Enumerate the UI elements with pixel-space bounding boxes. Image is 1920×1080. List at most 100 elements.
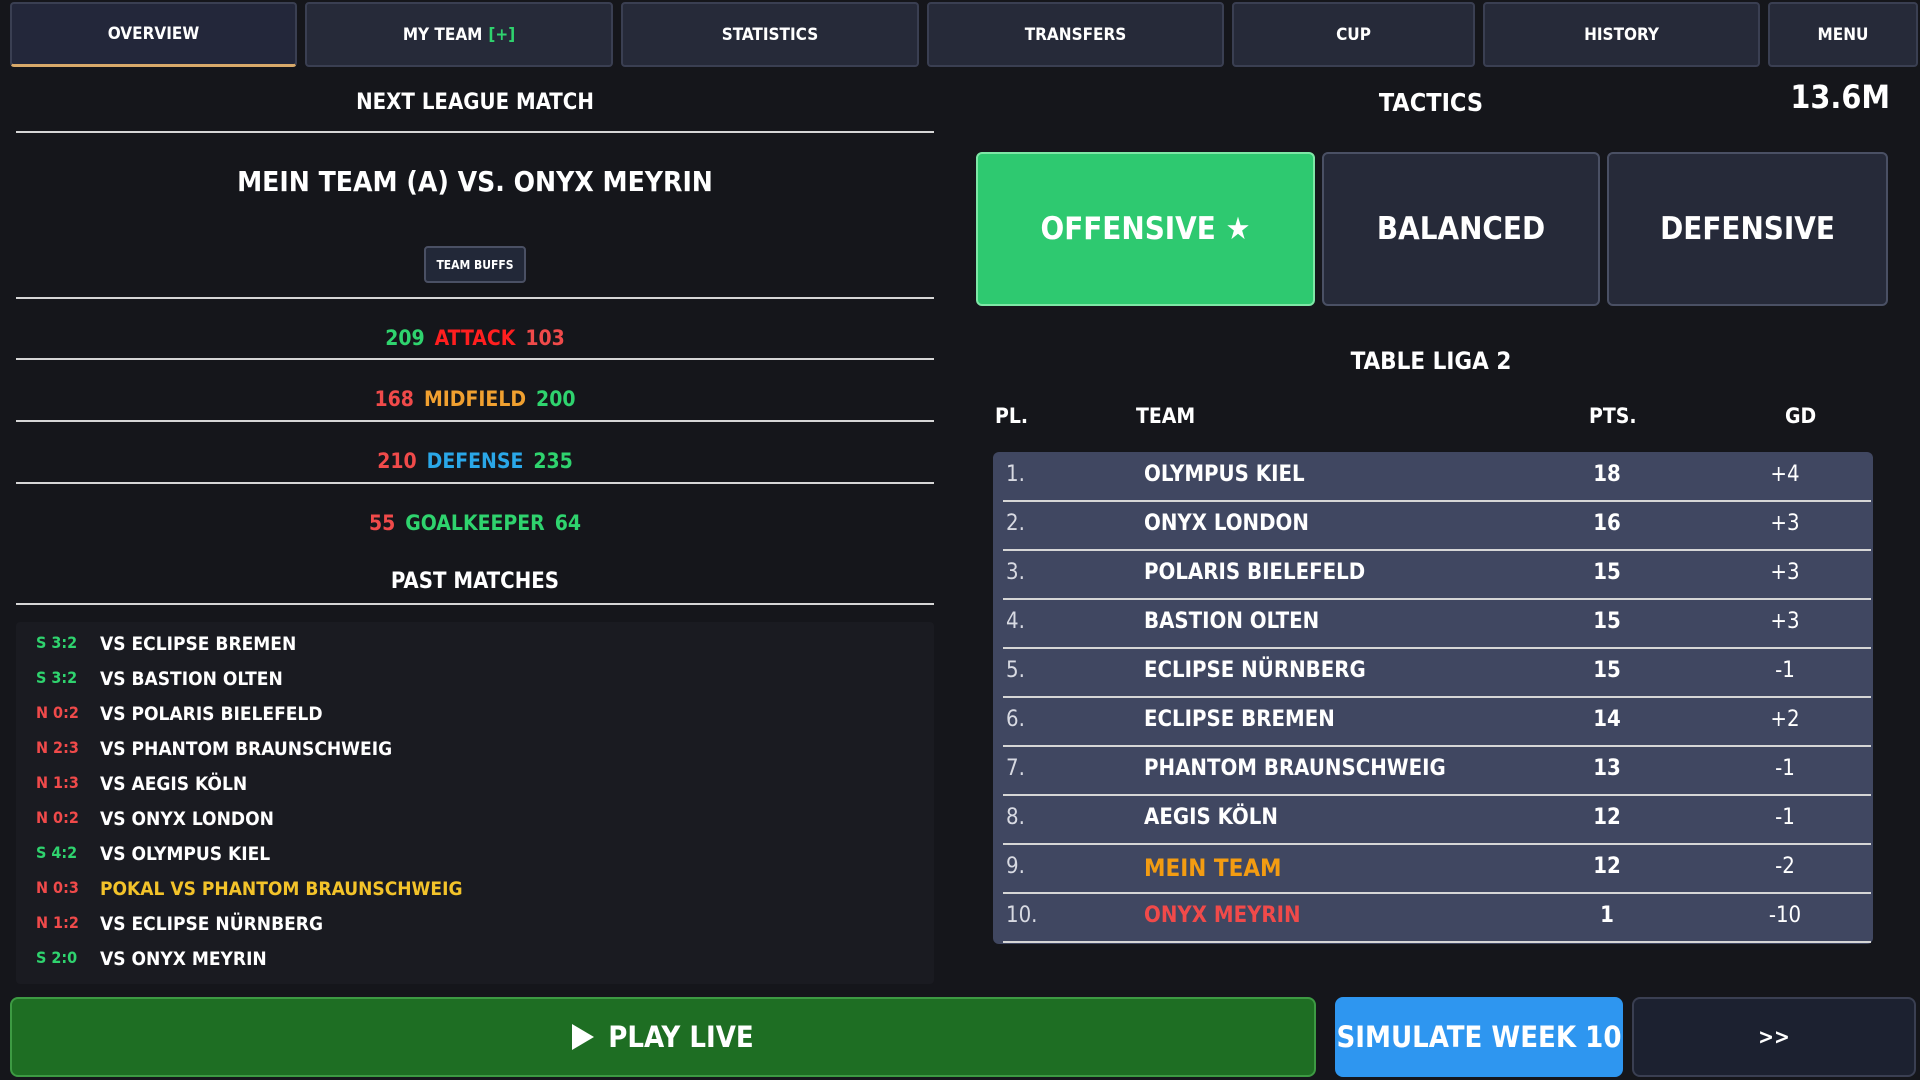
divider <box>16 482 934 484</box>
row-team: ONYX MEYRIN <box>1144 903 1301 928</box>
row-goal-diff: +2 <box>1770 707 1800 732</box>
tab-transfers[interactable]: TRANSFERS <box>927 2 1224 67</box>
goalkeeper-own-value: 55 <box>368 511 396 535</box>
midfield-comparison: 168 MIDFIELD 200 <box>16 387 934 411</box>
goalkeeper-opponent-value: 64 <box>554 511 582 535</box>
table-row[interactable]: 7. PHANTOM BRAUNSCHWEIG 13 -1 <box>1003 746 1871 796</box>
tab-cup[interactable]: CUP <box>1232 2 1475 67</box>
tab-statistics[interactable]: STATISTICS <box>621 2 919 67</box>
tab-overview-label: OVERVIEW <box>107 24 200 44</box>
row-team: PHANTOM BRAUNSCHWEIG <box>1144 756 1446 781</box>
row-points: 12 <box>1593 854 1621 879</box>
row-place: 9. <box>1006 854 1025 879</box>
past-match-item-cup[interactable]: N 0:3 POKAL VS PHANTOM BRAUNSCHWEIG <box>36 878 462 900</box>
match-result: N 1:3 <box>36 773 79 792</box>
match-opponent: VS ECLIPSE NÜRNBERG <box>100 913 323 935</box>
table-row[interactable]: 1. OLYMPUS KIEL 18 +4 <box>1003 452 1871 502</box>
tactics-heading: TACTICS <box>1378 88 1484 117</box>
row-team: ECLIPSE BREMEN <box>1144 707 1335 732</box>
match-result: N 0:2 <box>36 703 79 722</box>
table-row[interactable]: 3. POLARIS BIELEFELD 15 +3 <box>1003 550 1871 600</box>
table-row[interactable]: 5. ECLIPSE NÜRNBERG 15 -1 <box>1003 648 1871 698</box>
row-team: MEIN TEAM <box>1144 854 1282 882</box>
past-matches-heading: PAST MATCHES <box>390 569 560 594</box>
midfield-label: MIDFIELD <box>423 387 527 411</box>
past-match-item[interactable]: S 2:0 VS ONYX MEYRIN <box>36 948 267 970</box>
row-points: 15 <box>1593 609 1621 634</box>
match-result: N 0:2 <box>36 808 79 827</box>
row-team: BASTION OLTEN <box>1144 609 1320 634</box>
simulate-week-button[interactable]: SIMULATE WEEK 10 <box>1335 997 1623 1077</box>
row-goal-diff: -1 <box>1775 756 1795 781</box>
tab-history[interactable]: HISTORY <box>1483 2 1760 67</box>
defense-comparison: 210 DEFENSE 235 <box>16 449 934 473</box>
midfield-opponent-value: 200 <box>536 387 576 411</box>
next-match-heading: NEXT LEAGUE MATCH <box>356 90 594 115</box>
row-goal-diff: -2 <box>1775 854 1795 879</box>
row-team: POLARIS BIELEFELD <box>1144 560 1366 585</box>
skip-forward-button[interactable]: >> <box>1632 997 1916 1077</box>
simulate-week-label: SIMULATE WEEK 10 <box>1336 1020 1622 1054</box>
row-team: AEGIS KÖLN <box>1144 805 1278 830</box>
past-match-item[interactable]: N 1:3 VS AEGIS KÖLN <box>36 773 247 795</box>
row-place: 10. <box>1006 903 1038 928</box>
row-points: 13 <box>1593 756 1621 781</box>
row-team: OLYMPUS KIEL <box>1144 462 1305 487</box>
tab-my-team-label: MY TEAM <box>402 24 483 45</box>
table-row[interactable]: 4. BASTION OLTEN 15 +3 <box>1003 599 1871 649</box>
divider <box>16 358 934 360</box>
row-points: 18 <box>1593 462 1621 487</box>
past-match-item[interactable]: N 2:3 VS PHANTOM BRAUNSCHWEIG <box>36 738 392 760</box>
tab-overview[interactable]: OVERVIEW <box>10 2 297 67</box>
row-place: 8. <box>1006 805 1025 830</box>
tactic-defensive-button[interactable]: DEFENSIVE <box>1607 152 1888 306</box>
match-opponent: POKAL VS PHANTOM BRAUNSCHWEIG <box>100 878 463 900</box>
tab-transfers-label: TRANSFERS <box>1024 24 1127 45</box>
table-row-my-team[interactable]: 9. MEIN TEAM 12 -2 <box>1003 844 1871 894</box>
row-points: 14 <box>1593 707 1621 732</box>
past-match-item[interactable]: N 0:2 VS ONYX LONDON <box>36 808 274 830</box>
table-row[interactable]: 8. AEGIS KÖLN 12 -1 <box>1003 795 1871 845</box>
past-match-item[interactable]: S 3:2 VS ECLIPSE BREMEN <box>36 633 296 655</box>
row-goal-diff: -1 <box>1775 805 1795 830</box>
tactic-balanced-button[interactable]: BALANCED <box>1322 152 1600 306</box>
tab-menu[interactable]: MENU <box>1768 2 1918 67</box>
past-match-item[interactable]: N 1:2 VS ECLIPSE NÜRNBERG <box>36 913 323 935</box>
play-icon <box>572 1024 595 1050</box>
row-place: 3. <box>1006 560 1025 585</box>
divider <box>16 297 934 299</box>
match-result: N 1:2 <box>36 913 79 932</box>
play-live-button[interactable]: PLAY LIVE <box>10 997 1316 1077</box>
team-buffs-button[interactable]: TEAM BUFFS <box>424 246 526 283</box>
match-opponent: VS POLARIS BIELEFELD <box>100 703 323 725</box>
col-header-goal-diff: GD <box>1785 404 1817 428</box>
tactic-offensive-button[interactable]: OFFENSIVE ★ <box>976 152 1315 306</box>
row-points: 15 <box>1593 658 1621 683</box>
midfield-own-value: 168 <box>374 387 414 411</box>
attack-own-value: 209 <box>385 326 425 350</box>
past-match-item[interactable]: N 0:2 VS POLARIS BIELEFELD <box>36 703 323 725</box>
tactic-balanced-label: BALANCED <box>1376 211 1546 247</box>
goalkeeper-label: GOALKEEPER <box>405 511 545 535</box>
tactic-defensive-label: DEFENSIVE <box>1660 211 1835 247</box>
row-goal-diff: +3 <box>1770 609 1800 634</box>
row-place: 6. <box>1006 707 1025 732</box>
team-buffs-label: TEAM BUFFS <box>436 257 514 272</box>
row-place: 2. <box>1006 511 1025 536</box>
col-header-points: PTS. <box>1589 404 1637 428</box>
row-goal-diff: +3 <box>1770 511 1800 536</box>
match-opponent: VS ECLIPSE BREMEN <box>100 633 297 655</box>
row-team: ONYX LONDON <box>1144 511 1309 536</box>
match-result: S 3:2 <box>36 633 78 652</box>
table-row[interactable]: 2. ONYX LONDON 16 +3 <box>1003 501 1871 551</box>
league-table-heading: TABLE LIGA 2 <box>1350 347 1512 375</box>
table-row-next-opponent[interactable]: 10. ONYX MEYRIN 1 -10 <box>1003 893 1871 943</box>
row-goal-diff: -10 <box>1768 903 1802 928</box>
row-goal-diff: +4 <box>1770 462 1800 487</box>
match-result: S 4:2 <box>36 843 78 862</box>
tab-my-team[interactable]: MY TEAM [+] <box>305 2 613 67</box>
past-match-item[interactable]: S 4:2 VS OLYMPUS KIEL <box>36 843 270 865</box>
table-row[interactable]: 6. ECLIPSE BREMEN 14 +2 <box>1003 697 1871 747</box>
row-place: 7. <box>1006 756 1025 781</box>
past-match-item[interactable]: S 3:2 VS BASTION OLTEN <box>36 668 283 690</box>
